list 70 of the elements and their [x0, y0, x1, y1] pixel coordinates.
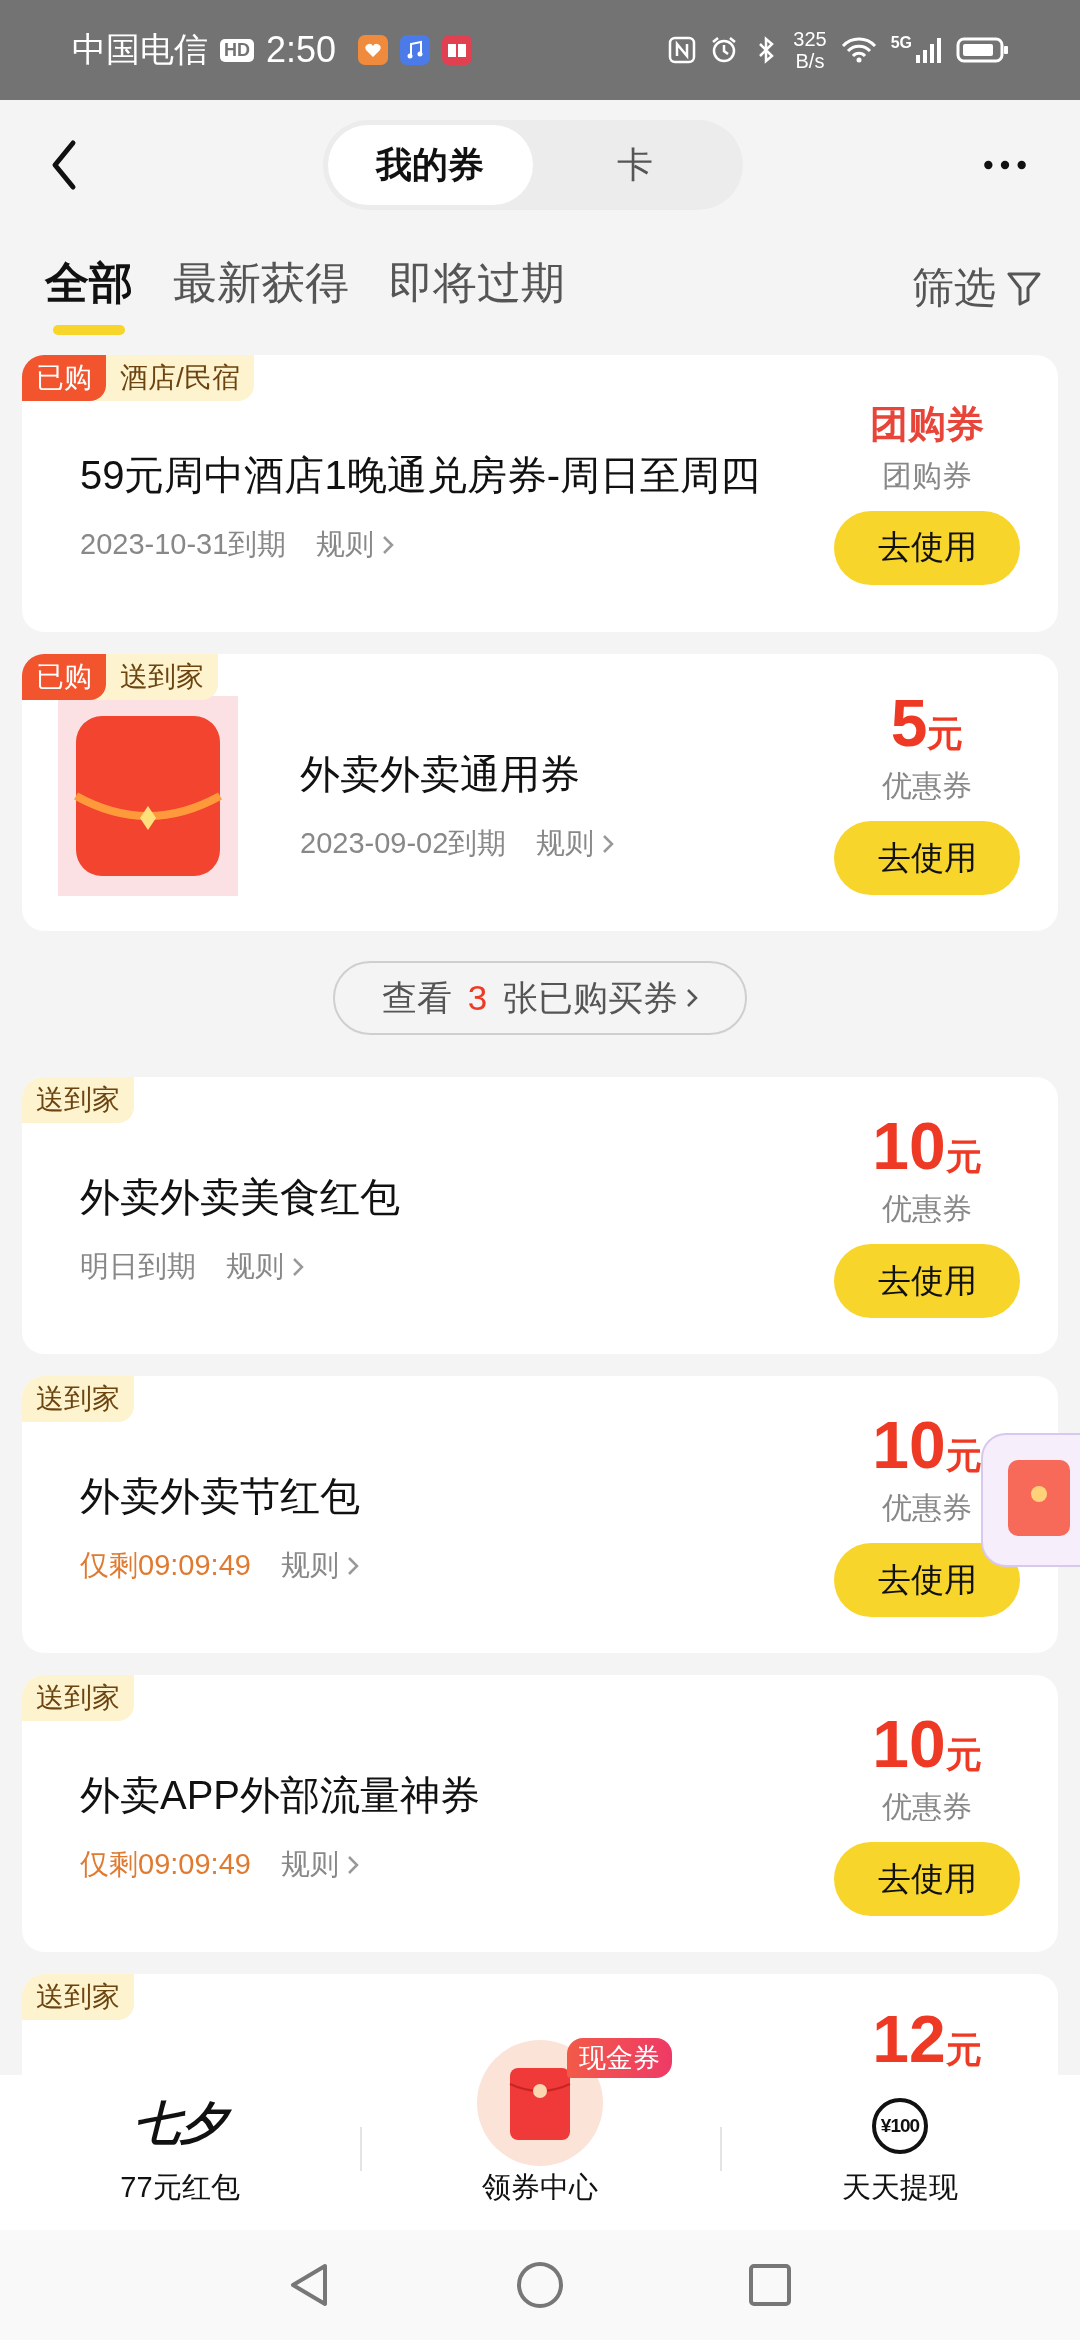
coupon-tag: 送到家 [96, 654, 218, 700]
battery-icon [956, 35, 1010, 65]
rules-link[interactable]: 规则 [280, 1844, 359, 1885]
coupon-type: 优惠券 [882, 1490, 972, 1526]
nfc-icon [667, 35, 698, 65]
coupon-title: 59元周中酒店1晚通兑房券-周日至周四 [80, 451, 762, 499]
coupon-tag: 送到家 [22, 1376, 134, 1422]
book-app-icon [442, 35, 473, 65]
expiry-date: 2023-10-31到期 [80, 526, 287, 562]
coupon-amount: 5元 [890, 686, 964, 760]
chevron-icon[interactable] [292, 1256, 304, 1277]
network-speed: 325 B/s [793, 28, 827, 72]
view-purchased-button[interactable]: 查看 3 张已购买券 [333, 961, 747, 1035]
use-button[interactable]: 去使用 [834, 821, 1020, 895]
filter-tab[interactable]: 最新获得 [173, 254, 349, 337]
nav-label[interactable]: 天天提现 [842, 2168, 958, 2208]
home-nav-icon[interactable] [515, 2260, 565, 2310]
chevron-icon[interactable] [602, 833, 615, 854]
segment-tab[interactable]: 我的券 [327, 125, 533, 205]
coupon-tag: 送到家 [22, 1077, 134, 1123]
rules-link[interactable]: 规则 [536, 823, 615, 864]
cash-coupon-badge: 现金券 [567, 2038, 672, 2078]
rules-link[interactable]: 规则 [316, 524, 395, 565]
coupon-title: 外卖外卖节红包 [80, 1472, 361, 1520]
heart-app-icon [358, 35, 389, 65]
expiry-date: 仅剩09:09:49 [80, 1547, 251, 1583]
coupon-title: 外卖外卖美食红包 [80, 1173, 401, 1221]
coupon-title: 外卖APP外部流量神券 [80, 1771, 482, 1819]
coupon-type: 团购券 [882, 457, 972, 494]
expiry-date: 明日到期 [80, 1248, 196, 1284]
use-button[interactable]: 去使用 [834, 1244, 1020, 1318]
use-button[interactable]: 去使用 [834, 1842, 1020, 1916]
filter-tab[interactable]: 全部 [45, 254, 133, 337]
coupon-amount: 12元 [872, 2002, 982, 2075]
network-type: 5G [890, 34, 912, 52]
music-app-icon [400, 35, 431, 65]
coupon-title: 外卖外卖通用券 [300, 750, 581, 798]
hd-badge: HD [220, 38, 254, 62]
segment-tab[interactable]: 卡 [532, 125, 738, 205]
coupon-tag: 送到家 [22, 1974, 134, 2020]
coupon-amount: 10元 [872, 1707, 982, 1781]
coupon-type: 优惠券 [882, 1191, 972, 1227]
rules-link[interactable]: 规则 [226, 1246, 304, 1287]
coupon-type: 优惠券 [882, 1789, 972, 1825]
nav-label[interactable]: 77元红包 [120, 2168, 240, 2208]
chevron-icon[interactable] [686, 988, 699, 1008]
coupon-tag: 已购 [22, 355, 106, 401]
signal-icon [914, 35, 944, 65]
status-time: 2:50 [266, 29, 337, 71]
coupon-tag: 酒店/民宿 [96, 355, 254, 401]
carrier-name: 中国电信 [72, 29, 208, 70]
coupon-amount: 10元 [872, 1408, 982, 1482]
expiry-date: 2023-09-02到期 [300, 825, 507, 861]
filter-tab[interactable]: 即将过期 [389, 254, 565, 337]
chevron-icon[interactable] [346, 1854, 359, 1875]
coupon-tag: 送到家 [22, 1675, 134, 1721]
coupon-value: 团购券 [870, 401, 984, 447]
use-button[interactable]: 去使用 [834, 510, 1020, 585]
cash-withdraw-icon[interactable]: ¥100 [872, 2098, 928, 2154]
use-button[interactable]: 去使用 [834, 1543, 1020, 1617]
coupon-amount: 10元 [872, 1109, 982, 1183]
expiry-date: 仅剩09:09:49 [80, 1846, 251, 1882]
rules-link[interactable]: 规则 [280, 1545, 359, 1586]
filter-button[interactable]: 筛选 [906, 258, 1050, 317]
coupon-tag: 已购 [22, 654, 106, 700]
nav-label[interactable]: 领券中心 [482, 2168, 598, 2208]
coupon-type: 优惠券 [882, 768, 972, 804]
festival-logo[interactable]: 七夕 [126, 2092, 234, 2154]
chevron-icon[interactable] [382, 534, 395, 555]
chevron-icon[interactable] [346, 1555, 359, 1576]
